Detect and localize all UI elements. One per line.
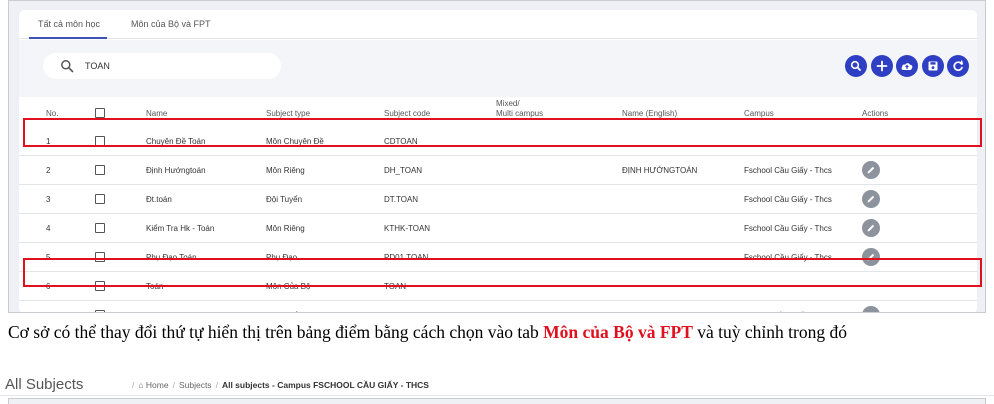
cloud-upload-icon (901, 63, 913, 70)
upload-button[interactable] (896, 55, 918, 77)
pencil-icon (872, 311, 873, 312)
row-number: 7 (46, 311, 50, 312)
subjects-screenshot: Tất cả môn học Môn của Bộ và FPT TOAN No… (8, 0, 986, 313)
subject-name: Toán (Hkimo) (146, 311, 194, 312)
pencil-icon (867, 166, 875, 174)
subject-type: Môn Riêng (266, 166, 305, 175)
select-all-checkbox[interactable] (95, 108, 105, 118)
subject-code: KTHK-TOAN (384, 224, 431, 233)
campus: Fschool Cầu Giấy - Thcs (744, 195, 832, 204)
row-number: 3 (46, 195, 51, 204)
breadcrumb-home[interactable]: Home (146, 380, 169, 390)
breadcrumb: / ⌂ Home / Subjects / All subjects - Campus F… (128, 380, 429, 390)
instruction-caption: Cơ sở có thể thay đổi thứ tự hiển thị tr… (8, 320, 988, 344)
breadcrumb-subjects[interactable]: Subjects (179, 380, 212, 390)
row-checkbox[interactable] (95, 223, 105, 233)
subject-name: Đt.toán (146, 195, 172, 204)
header-mixed: Mixed/ (496, 99, 520, 108)
breadcrumb-separator: / (132, 380, 135, 390)
search-input[interactable]: TOAN (43, 53, 281, 79)
header-subject-type: Subject type (266, 109, 311, 118)
pencil-icon (867, 224, 875, 232)
row-number: 4 (46, 224, 51, 233)
subject-code: DT36.HKIMO.TOAN (384, 311, 456, 312)
content-frame (8, 398, 986, 404)
campus: Fschool Cầu Giấy - Thcs (744, 166, 832, 175)
header-name: Name (146, 109, 168, 118)
search-button[interactable] (845, 55, 867, 77)
tab-ministry-fpt-subjects[interactable]: Môn của Bộ và FPT (131, 19, 211, 29)
header-campus: Campus (744, 109, 774, 118)
edit-button[interactable] (862, 190, 880, 208)
breadcrumb-current: All subjects - Campus FSCHOOL CẦU GIẤY -… (221, 380, 429, 390)
header-actions: Actions (862, 109, 889, 118)
row-checkbox[interactable] (95, 194, 105, 204)
table-row[interactable]: 3 Đt.toán Đội Tuyển DT.TOAN Fschool Cầu Giấy… (19, 185, 977, 214)
tab-all-subjects[interactable]: Tất cả môn học (38, 19, 100, 29)
header-english-name: Name (English) (622, 109, 678, 118)
subject-name: Kiểm Tra Hk - Toán (146, 224, 215, 233)
edit-button[interactable] (862, 161, 880, 179)
search-icon (850, 60, 861, 71)
page-header: All Subjects / ⌂ Home / Subjects / All subjec… (0, 373, 994, 396)
refresh-button[interactable] (947, 55, 969, 77)
campus: Fschool Cầu Giấy - Thcs (744, 311, 832, 312)
toolbar: TOAN (19, 40, 977, 97)
home-icon[interactable]: ⌂ (138, 380, 143, 390)
page-title: All Subjects (5, 376, 84, 393)
edit-button[interactable] (862, 219, 880, 237)
row-checkbox[interactable] (95, 165, 105, 175)
campus: Fschool Cầu Giấy - Thcs (744, 224, 832, 233)
save-icon (928, 61, 938, 71)
pencil-icon (867, 195, 875, 203)
save-button[interactable] (922, 55, 944, 77)
refresh-icon (953, 60, 963, 72)
all-subjects-screenshot: All Subjects / ⌂ Home / Subjects / All subjec… (0, 373, 994, 404)
table-row[interactable]: 2 Định Hướngtoán Môn Riêng DH_TOAN ĐỊNH HƯỚN… (19, 156, 977, 185)
table-row[interactable]: 7 Toán (Hkimo) Đội Tuyển DT36.HKIMO.TOAN Fsc… (19, 301, 977, 312)
subject-type: Đội Tuyển (266, 195, 303, 204)
highlight-box-row-1 (23, 118, 982, 147)
subject-type: Môn Riêng (266, 224, 305, 233)
row-number: 2 (46, 166, 51, 175)
subject-name: Định Hướngtoán (146, 166, 206, 175)
add-button[interactable] (871, 55, 893, 77)
active-tab-indicator (29, 37, 107, 39)
caption-text-2: và tuỳ chỉnh trong đó (692, 322, 847, 342)
header-no: No. (46, 109, 59, 118)
highlight-box-row-6 (23, 258, 982, 287)
table-row[interactable]: 4 Kiểm Tra Hk - Toán Môn Riêng KTHK-TOAN Fsc… (19, 214, 977, 243)
row-checkbox[interactable] (95, 310, 105, 312)
header-multi-campus: Multi campus (496, 109, 544, 118)
tab-bar: Tất cả môn học Môn của Bộ và FPT (19, 10, 977, 39)
subject-code: DH_TOAN (384, 166, 423, 175)
edit-button[interactable] (862, 306, 880, 312)
header-subject-code: Subject code (384, 109, 431, 118)
subject-type: Đội Tuyển (266, 311, 302, 312)
breadcrumb-separator: / (215, 380, 218, 390)
caption-text-1: Cơ sở có thể thay đổi thứ tự hiển thị tr… (8, 322, 544, 342)
breadcrumb-separator: / (172, 380, 175, 390)
subject-code: DT.TOAN (384, 195, 419, 204)
english-name: ĐỊNH HƯỚNGTOÁN (622, 166, 698, 175)
search-value: TOAN (85, 61, 110, 71)
add-icon (876, 60, 888, 72)
search-icon (61, 60, 74, 73)
caption-highlight: Môn của Bộ và FPT (543, 322, 693, 342)
